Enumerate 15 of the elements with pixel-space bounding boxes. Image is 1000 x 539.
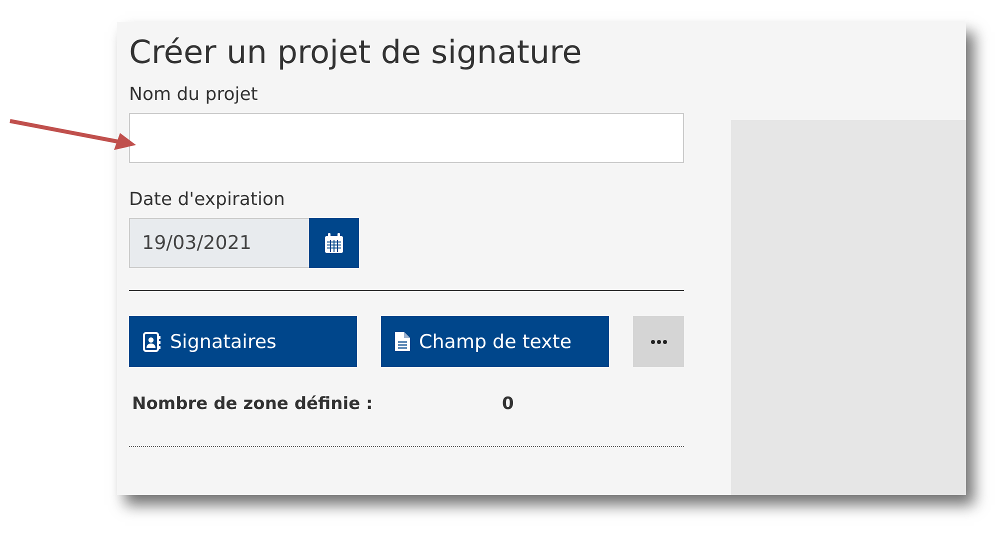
project-name-field[interactable] xyxy=(129,113,684,163)
calendar-icon xyxy=(325,233,343,253)
contact-card-icon xyxy=(143,332,161,352)
zone-count-label: Nombre de zone définie : xyxy=(131,394,374,414)
document-icon xyxy=(395,332,410,351)
more-button[interactable] xyxy=(633,316,684,367)
date-field[interactable]: 19/03/2021 xyxy=(129,218,309,268)
calendar-button[interactable] xyxy=(309,218,359,268)
page-title: Créer un projet de signature xyxy=(129,32,583,73)
field-label: Nom du projet xyxy=(129,84,259,105)
signers-button[interactable]: Signataires xyxy=(129,316,357,367)
field-label: Date d'expiration xyxy=(129,189,286,210)
text-field-button[interactable]: Champ de texte xyxy=(381,316,609,367)
more-icon xyxy=(650,340,666,344)
zone-count-value: 0 xyxy=(502,394,514,414)
